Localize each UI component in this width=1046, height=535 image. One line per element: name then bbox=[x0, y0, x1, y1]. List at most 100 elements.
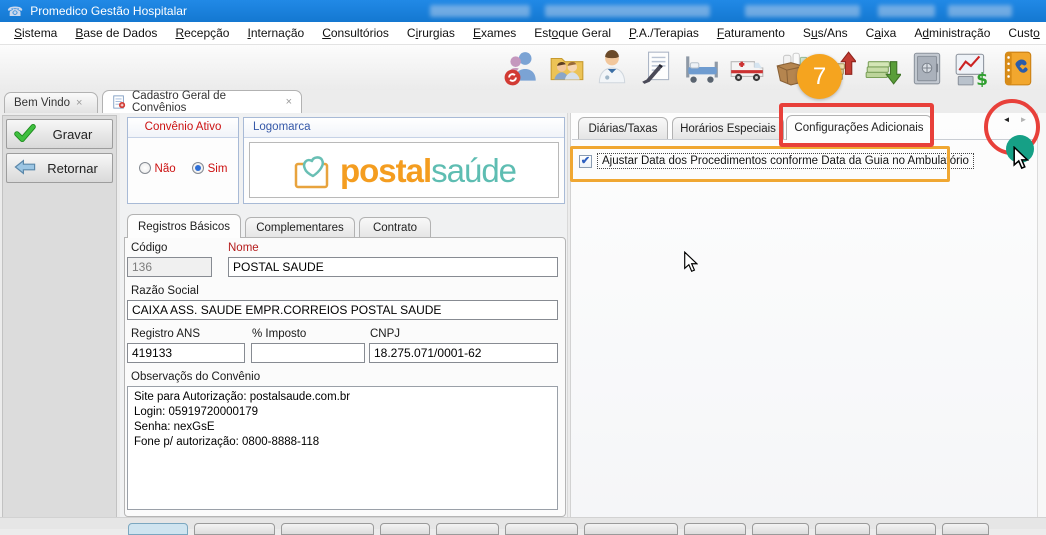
bottom-button-1[interactable] bbox=[194, 523, 275, 535]
redacted-text-block bbox=[948, 5, 1012, 17]
razao-social-field[interactable] bbox=[127, 300, 558, 320]
finance-chart-icon[interactable]: $ bbox=[953, 49, 991, 87]
tab-bem-vindo[interactable]: Bem Vindo × bbox=[4, 92, 98, 113]
menu-item-0[interactable]: Sistema bbox=[5, 23, 66, 43]
envelope-heart-icon bbox=[292, 149, 336, 191]
codigo-label: Código bbox=[131, 242, 168, 254]
menu-item-4[interactable]: Consultórios bbox=[313, 23, 398, 43]
imposto-field[interactable] bbox=[251, 343, 365, 363]
logo-image: postalsaúde bbox=[249, 142, 559, 198]
redacted-text-block bbox=[430, 5, 530, 17]
menu-item-11[interactable]: Caixa bbox=[857, 23, 906, 43]
check-icon bbox=[7, 123, 43, 145]
tab-label: Cadastro Geral de Convênios bbox=[132, 90, 226, 114]
redacted-text-block bbox=[878, 5, 935, 17]
return-button[interactable]: Retornar bbox=[6, 153, 113, 183]
razao-social-label: Razão Social bbox=[131, 285, 199, 297]
hospital-bed-icon[interactable] bbox=[683, 49, 721, 87]
tab-label: Bem Vindo bbox=[14, 97, 71, 109]
menu-item-1[interactable]: Base de Dados bbox=[66, 23, 166, 43]
cnpj-field[interactable] bbox=[369, 343, 558, 363]
bottom-button-5[interactable] bbox=[505, 523, 578, 535]
annotation-orange-rectangle bbox=[570, 146, 950, 182]
menu-item-10[interactable]: Sus/Ans bbox=[794, 23, 857, 43]
bottom-button-11[interactable] bbox=[942, 523, 989, 535]
bottom-button-6[interactable] bbox=[584, 523, 678, 535]
bottom-button-3[interactable] bbox=[380, 523, 430, 535]
cnpj-label: CNPJ bbox=[370, 328, 401, 340]
back-arrow-icon bbox=[7, 158, 43, 178]
menu-item-5[interactable]: Cirurgias bbox=[398, 23, 464, 43]
menu-item-3[interactable]: Internação bbox=[238, 23, 313, 43]
menu-item-2[interactable]: Recepção bbox=[166, 23, 238, 43]
convenio-ativo-options: Não Sim bbox=[128, 162, 238, 175]
patients-folder-icon[interactable] bbox=[548, 49, 586, 87]
users-sync-icon[interactable] bbox=[503, 49, 541, 87]
safe-icon[interactable] bbox=[908, 49, 946, 87]
brand-text: postalsaúde bbox=[339, 151, 517, 189]
radio-icon bbox=[138, 162, 151, 174]
app-window: ☎ Promedico Gestão Hospitalar Sistema Bas… bbox=[0, 0, 1046, 535]
bottom-button-4[interactable] bbox=[436, 523, 499, 535]
tab-diarias-taxas[interactable]: Diárias/Taxas bbox=[578, 117, 668, 139]
redacted-text-block bbox=[545, 5, 710, 17]
tab-registros-basicos[interactable]: Registros Básicos bbox=[127, 214, 241, 238]
radio-selected-icon bbox=[191, 162, 204, 174]
app-icon: ☎ bbox=[7, 3, 24, 19]
nome-label: Nome bbox=[228, 242, 259, 254]
observacoes-label: Observaçõs do Convênio bbox=[131, 371, 261, 383]
toolbar: $ bbox=[0, 45, 1046, 90]
nome-field[interactable] bbox=[228, 257, 558, 277]
right-edge-strip bbox=[1037, 113, 1046, 529]
bottom-button-8[interactable] bbox=[752, 523, 809, 535]
svg-text:$: $ bbox=[976, 68, 988, 86]
menu-bar: Sistema Base de Dados Recepção Internação Co… bbox=[0, 22, 1046, 45]
logomarca-groupbox: Logomarca postalsaúde bbox=[243, 117, 565, 204]
ambulance-icon[interactable] bbox=[728, 49, 766, 87]
menu-item-13[interactable]: Custo bbox=[999, 23, 1046, 43]
mouse-cursor bbox=[683, 250, 699, 278]
bottom-button-row bbox=[128, 523, 989, 535]
tab-cadastro-convenios[interactable]: Cadastro Geral de Convênios × bbox=[102, 90, 302, 114]
observacoes-textarea[interactable]: Site para Autorização: postalsaude.com.b… bbox=[127, 386, 558, 510]
close-icon[interactable]: × bbox=[76, 97, 82, 109]
convenio-ativo-groupbox: Convênio Ativo Não Sim bbox=[127, 117, 239, 204]
radio-sim[interactable]: Sim bbox=[191, 162, 227, 175]
redacted-text-block bbox=[745, 5, 860, 17]
document-grid-icon bbox=[112, 95, 126, 109]
bottom-button-2[interactable] bbox=[281, 523, 374, 535]
annotation-cursor bbox=[1012, 145, 1030, 175]
payment-down-icon[interactable] bbox=[863, 49, 901, 87]
annotation-red-rectangle bbox=[779, 103, 934, 147]
tab-contrato[interactable]: Contrato bbox=[359, 217, 431, 238]
codigo-field bbox=[127, 257, 212, 277]
brand-saude: saúde bbox=[431, 151, 517, 189]
bottom-button-10[interactable] bbox=[876, 523, 936, 535]
menu-item-12[interactable]: Administração bbox=[905, 23, 999, 43]
menu-item-7[interactable]: Estoque Geral bbox=[525, 23, 620, 43]
tab-horarios-especiais[interactable]: Horários Especiais bbox=[672, 117, 784, 139]
window-title: Promedico Gestão Hospitalar bbox=[30, 4, 187, 18]
bottom-button-0[interactable] bbox=[128, 523, 188, 535]
save-button[interactable]: Gravar bbox=[6, 119, 113, 149]
step-badge: 7 bbox=[797, 54, 842, 99]
brand-postal: postal bbox=[339, 151, 432, 189]
registro-ans-label: Registro ANS bbox=[131, 328, 201, 340]
doctor-icon[interactable] bbox=[593, 49, 631, 87]
menu-item-9[interactable]: Faturamento bbox=[708, 23, 794, 43]
title-bar: ☎ Promedico Gestão Hospitalar bbox=[0, 0, 1046, 22]
logomarca-title: Logomarca bbox=[244, 118, 564, 138]
menu-item-8[interactable]: P.A./Terapias bbox=[620, 23, 708, 43]
registro-ans-field[interactable] bbox=[127, 343, 245, 363]
contract-icon[interactable] bbox=[638, 49, 676, 87]
bottom-button-7[interactable] bbox=[684, 523, 746, 535]
bottom-button-9[interactable] bbox=[815, 523, 870, 535]
radio-nao-label: Não bbox=[154, 163, 176, 175]
radio-nao[interactable]: Não bbox=[138, 162, 176, 175]
menu-item-6[interactable]: Exames bbox=[464, 23, 525, 43]
tab-complementares[interactable]: Complementares bbox=[245, 217, 355, 238]
close-icon[interactable]: × bbox=[286, 96, 292, 108]
phonebook-icon[interactable] bbox=[998, 49, 1036, 87]
save-button-label: Gravar bbox=[52, 126, 93, 142]
return-button-label: Retornar bbox=[47, 160, 98, 176]
